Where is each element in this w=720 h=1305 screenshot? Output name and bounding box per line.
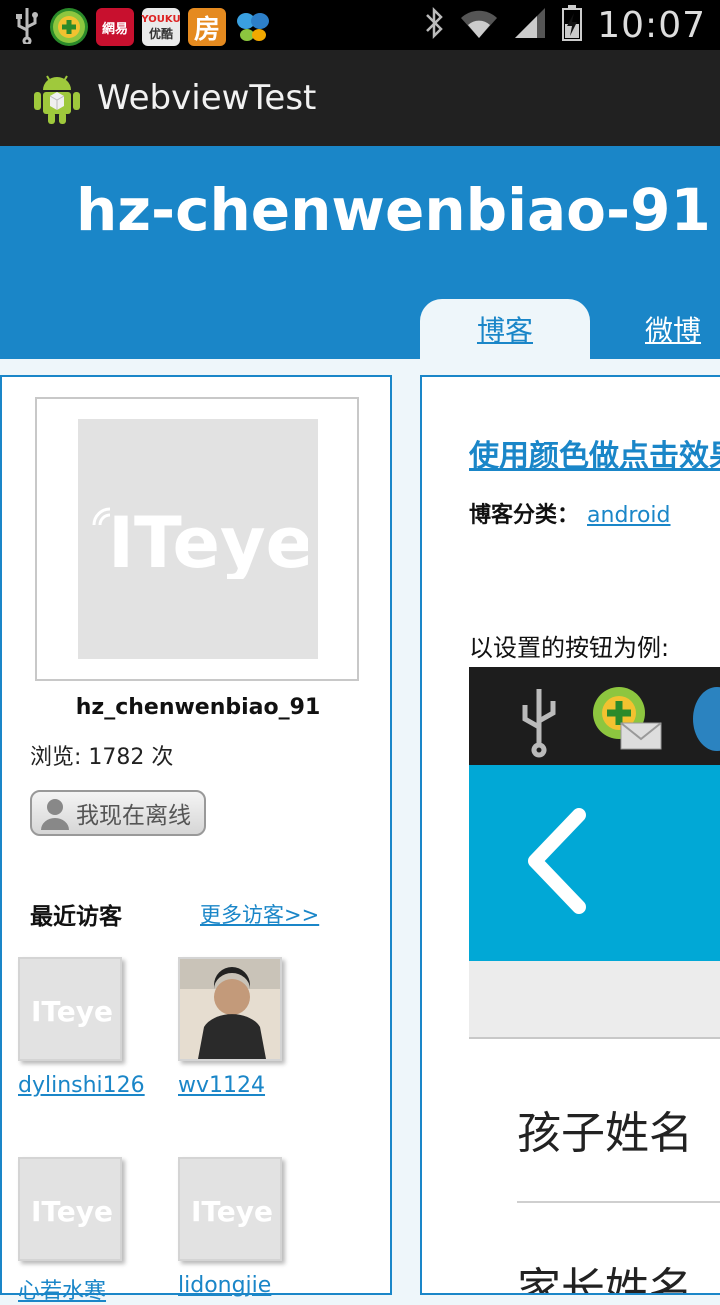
visitor-avatar-logo-text: ITeye bbox=[31, 995, 113, 1028]
tab-weibo-label: 微博 bbox=[645, 314, 702, 347]
bluetooth-icon bbox=[423, 6, 445, 44]
post-intro: 以设置的按钮为例: bbox=[469, 634, 670, 662]
more-visitors-link[interactable]: 更多访客>> bbox=[200, 899, 319, 929]
netease-icon: 網易 bbox=[96, 8, 134, 46]
tab-weibo[interactable]: 微博 bbox=[620, 299, 720, 359]
avatar[interactable]: ITeye bbox=[78, 419, 318, 659]
status-badge-label: 我现在离线 bbox=[76, 803, 191, 829]
add-app-icon bbox=[50, 8, 88, 46]
visitor-name[interactable]: wv1124 bbox=[178, 1073, 288, 1098]
embedded-row-child-name: 孩子姓名 bbox=[517, 1108, 693, 1159]
person-icon bbox=[41, 799, 69, 830]
category-link[interactable]: android bbox=[587, 503, 671, 528]
youku-icon: YOUKU 优酷 bbox=[141, 8, 181, 46]
post-title-link[interactable]: 使用颜色做点击效果 bbox=[469, 431, 720, 475]
action-bar: WebviewTest bbox=[0, 50, 720, 146]
recent-visitors-title: 最近访客 bbox=[30, 904, 122, 930]
visitor-name[interactable]: 心若水寒 bbox=[18, 1273, 128, 1305]
clock: 10:07 bbox=[597, 4, 706, 46]
visitor-item[interactable]: wv1124 bbox=[178, 957, 288, 1098]
avatar-logo-text: ITeye bbox=[108, 502, 308, 579]
visitor-avatar[interactable]: ITeye bbox=[18, 957, 122, 1061]
tab-blog-label: 博客 bbox=[476, 314, 533, 347]
profile-sidebar: ITeye hz_chenwenbiao_91 浏览: 1782 次 我现在离线… bbox=[0, 375, 392, 1304]
visitor-name[interactable]: lidongjie bbox=[178, 1273, 288, 1298]
view-count: 浏览: 1782 次 bbox=[30, 745, 174, 770]
post-content: 使用颜色做点击效果 博客分类： android 以设置的按钮为例: 孩子姓名 家长… bbox=[420, 375, 720, 1295]
visitor-avatar[interactable]: ITeye bbox=[18, 1157, 122, 1261]
visitor-name[interactable]: dylinshi126 bbox=[18, 1073, 145, 1098]
app-title: WebviewTest bbox=[97, 78, 317, 118]
visitor-avatar[interactable]: ITeye bbox=[178, 1157, 282, 1261]
fang-icon: 房 bbox=[188, 8, 226, 46]
iteye-logo-icon: ITeye bbox=[31, 995, 113, 1028]
post-category: 博客分类： android bbox=[469, 497, 671, 529]
iteye-logo-icon: ITeye bbox=[191, 1195, 273, 1228]
wifi-icon bbox=[459, 6, 499, 44]
usb-icon bbox=[12, 6, 42, 48]
visitor-avatar-logo-text: ITeye bbox=[31, 1195, 113, 1228]
embedded-row-parent-name: 家长姓名 bbox=[517, 1264, 693, 1295]
blog-title: hz-chenwenbiao-91 bbox=[76, 176, 711, 244]
visitor-avatar-logo-text: ITeye bbox=[191, 1195, 273, 1228]
back-arrow-icon bbox=[528, 808, 586, 914]
iteye-logo-icon: ITeye bbox=[92, 502, 308, 579]
embedded-status-icons bbox=[522, 687, 720, 758]
username: hz_chenwenbiao_91 bbox=[75, 695, 321, 720]
system-icons: 10:07 bbox=[423, 0, 706, 50]
embedded-header bbox=[469, 765, 720, 961]
status-bar: 網易 YOUKU 优酷 房 10:07 bbox=[0, 0, 720, 50]
iteye-logo-icon: ITeye bbox=[31, 1195, 113, 1228]
visitor-item[interactable]: ITeye lidongjie bbox=[178, 1157, 288, 1298]
youku-logo-text: YOUKU bbox=[141, 14, 181, 25]
visitor-photo bbox=[180, 959, 280, 1059]
tab-blog[interactable]: 博客 bbox=[420, 299, 590, 359]
status-badge: 我现在离线 bbox=[30, 790, 206, 836]
category-label: 博客分类： bbox=[469, 503, 580, 528]
notification-icons: 網易 YOUKU 优酷 房 bbox=[12, 6, 272, 48]
battery-charging-icon bbox=[561, 4, 583, 46]
embedded-status-bar bbox=[469, 667, 720, 765]
visitor-item[interactable]: ITeye 心若水寒 bbox=[18, 1157, 128, 1305]
visitor-avatar[interactable] bbox=[178, 957, 282, 1061]
embedded-divider bbox=[517, 1201, 720, 1203]
embedded-strip bbox=[469, 961, 720, 1039]
android-icon bbox=[30, 70, 84, 126]
butterfly-icon bbox=[234, 8, 272, 46]
visitor-item[interactable]: ITeye dylinshi126 bbox=[18, 957, 145, 1098]
signal-icon bbox=[513, 6, 547, 44]
avatar-frame[interactable]: ITeye bbox=[35, 397, 359, 681]
youku-label: 优酷 bbox=[148, 27, 173, 41]
blog-header: hz-chenwenbiao-91 博客 微博 bbox=[0, 146, 720, 359]
embedded-screenshot: 孩子姓名 家长姓名 bbox=[469, 667, 720, 1295]
